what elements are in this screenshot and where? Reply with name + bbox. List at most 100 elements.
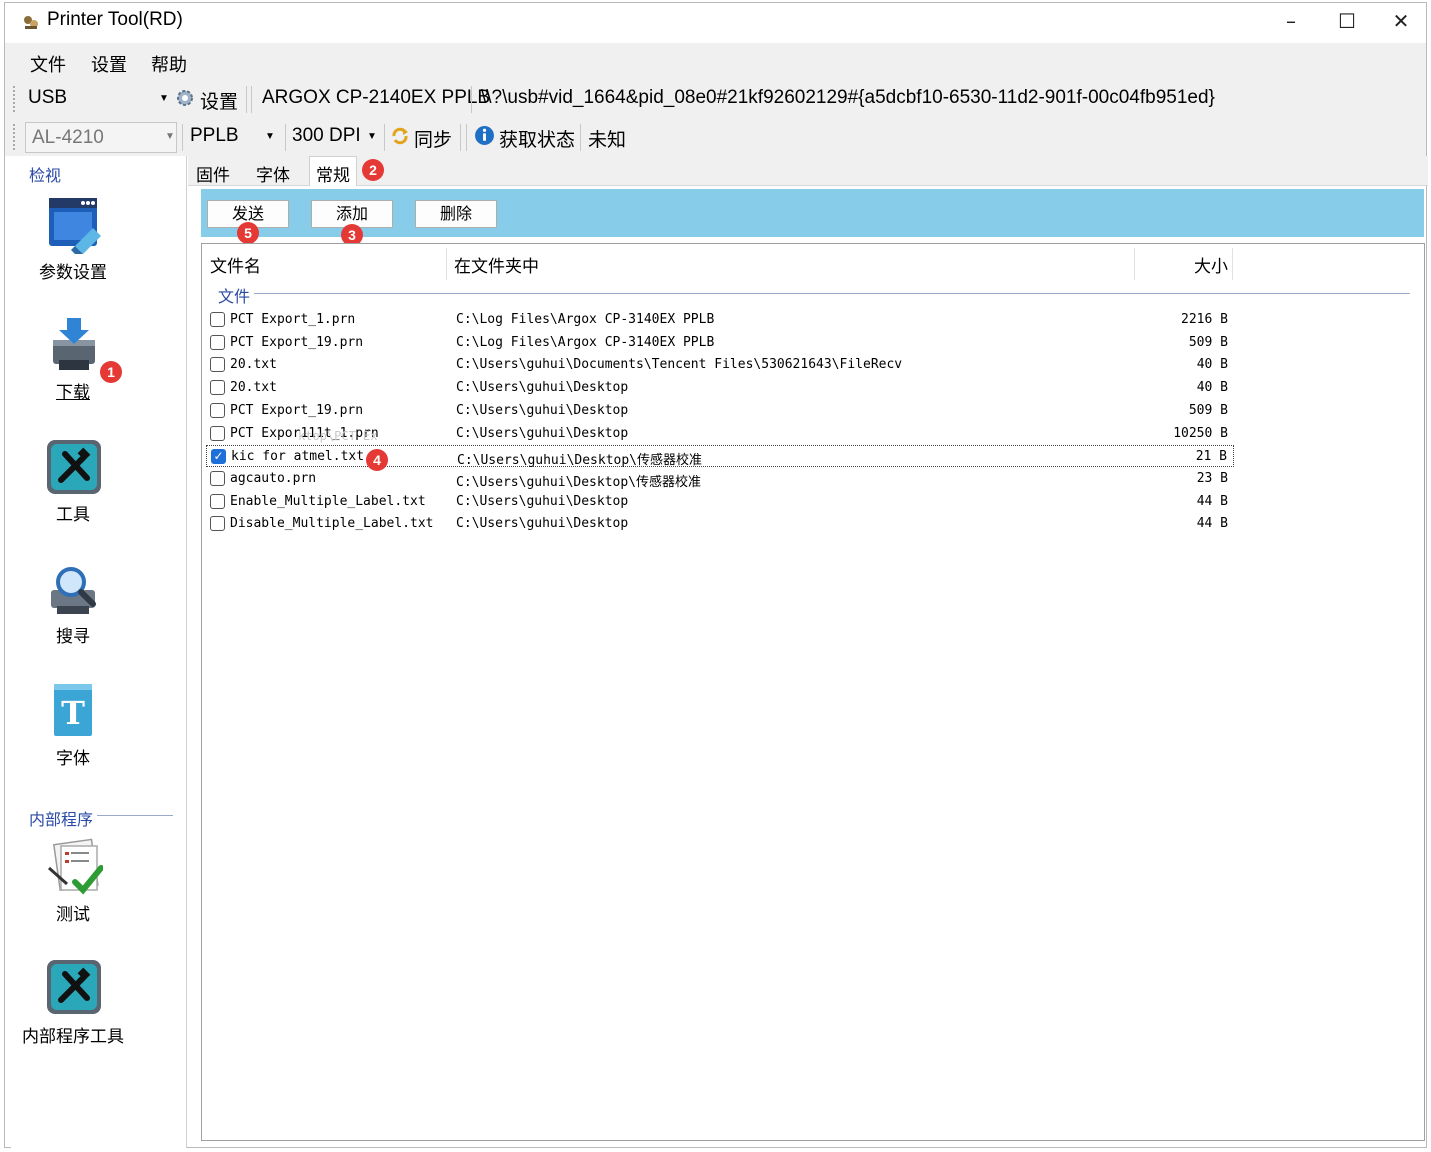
row-checkbox[interactable] [210,402,225,418]
file-list[interactable]: 文件名 在文件夹中 大小 文件 PCT Export_1.prn C:\Log F… [201,243,1425,1141]
row-file-size: 509 B [1188,334,1228,350]
row-checkbox[interactable] [210,380,225,396]
tab-firmware[interactable]: 固件 [196,161,230,186]
table-row[interactable]: PCT Export_1.prn C:\Log Files\Argox CP-31… [206,309,1234,331]
annotation-badge-5: 5 [237,222,259,244]
toolbar-separator [285,124,286,151]
test-checklist-icon [48,838,103,895]
language-select[interactable]: PPLB [190,125,239,147]
sidebar-item-internal-tools[interactable]: 内部程序工具 [3,1022,143,1047]
sidebar-group-internal: 内部程序 [29,810,94,829]
app-window: Printer Tool(RD) – ☐ ✕ 文件 设置 帮助 USB ▼ 设置… [4,2,1428,1148]
dpi-select[interactable]: 300 DPI [292,125,361,147]
port-dropdown-arrow-icon[interactable]: ▼ [159,93,169,104]
close-button[interactable]: ✕ [1373,3,1429,41]
printer-status-label: 未知 [588,130,627,151]
table-row[interactable]: ✓ kic for atmel.txt C:\Users\guhui\Desktop… [206,445,1234,469]
row-file-size: 44 B [1196,493,1228,509]
column-header-size[interactable]: 大小 [1194,252,1228,277]
tools-icon [47,440,101,494]
get-status-button[interactable]: 获取状态 [499,125,575,152]
row-folder-path: C:\Users\guhui\Documents\Tencent Files\5… [456,357,903,373]
row-file-size: 10250 B [1173,425,1228,441]
column-divider[interactable] [1134,248,1135,280]
printer-model-label: ARGOX CP-2140EX PPLB [262,87,491,108]
annotation-badge-2: 2 [362,159,384,181]
settings-button[interactable]: 设置 [200,87,238,114]
maximize-button[interactable]: ☐ [1319,3,1375,41]
group-divider [97,815,173,816]
row-file-size: 21 B [1195,449,1227,465]
table-row[interactable]: 20.txt C:\Users\guhui\Desktop 40 B [206,377,1234,399]
model-select[interactable]: AL-4210 [25,122,177,153]
row-checkbox[interactable] [210,334,225,350]
search-printer-icon [51,567,96,614]
minimize-button[interactable]: – [1263,3,1319,41]
row-checkbox[interactable]: ✓ [211,449,226,465]
tab-general[interactable]: 常规 [309,156,357,186]
gear-icon [177,90,193,106]
toolbar-separator [471,86,472,113]
menu-file[interactable]: 文件 [30,51,66,77]
sidebar-item-parameter-settings[interactable]: 参数设置 [11,258,135,283]
column-header-folder[interactable]: 在文件夹中 [454,252,539,277]
drag-ghost-text: ktop\PCT Ex [298,429,378,443]
row-file-size: 23 B [1196,470,1228,486]
window-title: Printer Tool(RD) [47,9,183,30]
annotation-badge-1: 1 [100,361,122,383]
connection-toolbar: USB ▼ 设置 ARGOX CP-2140EX PPLB \\?\usb#vi… [5,80,1426,118]
row-folder-path: C:\Users\guhui\Desktop [456,425,629,441]
menu-help[interactable]: 帮助 [151,51,187,77]
sync-icon [392,127,408,145]
row-checkbox[interactable] [210,493,225,509]
row-file-name: PCT Export_19.prn [230,402,364,418]
model-dropdown-arrow-icon[interactable]: ▼ [165,131,175,142]
title-bar: Printer Tool(RD) – ☐ ✕ [5,3,1426,41]
menu-settings[interactable]: 设置 [91,51,127,77]
row-checkbox[interactable] [210,516,225,532]
device-path-label: \\?\usb#vid_1664&pid_08e0#21kf92602129#{… [481,87,1215,108]
row-file-name: Enable_Multiple_Label.txt [230,493,426,509]
row-folder-path: C:\Log Files\Argox CP-3140EX PPLB [456,334,715,350]
row-folder-path: C:\Users\guhui\Desktop\传感器校准 [456,474,702,490]
model-select-value: AL-4210 [32,127,104,148]
sidebar-item-download[interactable]: 下载 [11,378,135,403]
dpi-dropdown-arrow-icon[interactable]: ▼ [367,131,377,142]
svg-text:T: T [61,694,85,732]
row-folder-path: C:\Users\guhui\Desktop [456,402,629,418]
table-row[interactable]: Disable_Multiple_Label.txt C:\Users\guhui… [206,513,1234,535]
row-checkbox[interactable] [210,357,225,373]
delete-button[interactable]: 删除 [415,200,497,228]
tab-font[interactable]: 字体 [256,161,290,186]
row-checkbox[interactable] [210,425,225,441]
sidebar-item-test[interactable]: 测试 [11,900,135,925]
table-row[interactable]: 20.txt C:\Users\guhui\Documents\Tencent F… [206,354,1234,376]
row-checkbox[interactable] [210,312,225,327]
row-folder-path: C:\Users\guhui\Desktop [456,516,629,532]
sync-button[interactable]: 同步 [414,125,452,152]
sidebar-item-search[interactable]: 搜寻 [11,622,135,647]
toolbar-separator [580,124,581,151]
column-divider[interactable] [1232,248,1233,280]
toolbar-separator [384,124,385,151]
table-row[interactable]: PCT Export_19.prn C:\Log Files\Argox CP-3… [206,332,1234,354]
table-row[interactable]: PCT Export_19.prn C:\Users\guhui\Desktop 5… [206,400,1234,422]
row-file-name: PCT Export_19.prn [230,334,364,350]
toolbar-separator [460,124,461,151]
row-folder-path: C:\Users\guhui\Desktop\传感器校准 [457,453,703,469]
sidebar: 检视 参数设置 下载 1 工具 搜寻 T 字体 内部程序 测试 内部程序工具 [11,156,187,1148]
toolbar-grip[interactable] [13,124,16,150]
toolbar-grip[interactable] [13,86,16,112]
sidebar-item-font[interactable]: 字体 [11,744,135,769]
sidebar-item-tools[interactable]: 工具 [11,500,135,525]
table-row[interactable]: agcauto.prn C:\Users\guhui\Desktop\传感器校准 2… [206,468,1234,490]
port-select[interactable]: USB [28,87,67,109]
row-file-size: 40 B [1196,380,1228,396]
column-header-name[interactable]: 文件名 [210,252,261,277]
action-button-bar: 发送 添加 删除 5 3 [201,189,1424,246]
parameter-settings-icon [49,198,101,254]
language-dropdown-arrow-icon[interactable]: ▼ [265,131,275,142]
table-row[interactable]: Enable_Multiple_Label.txt C:\Users\guhui\… [206,491,1234,513]
row-checkbox[interactable] [210,470,225,486]
column-divider[interactable] [446,248,447,280]
